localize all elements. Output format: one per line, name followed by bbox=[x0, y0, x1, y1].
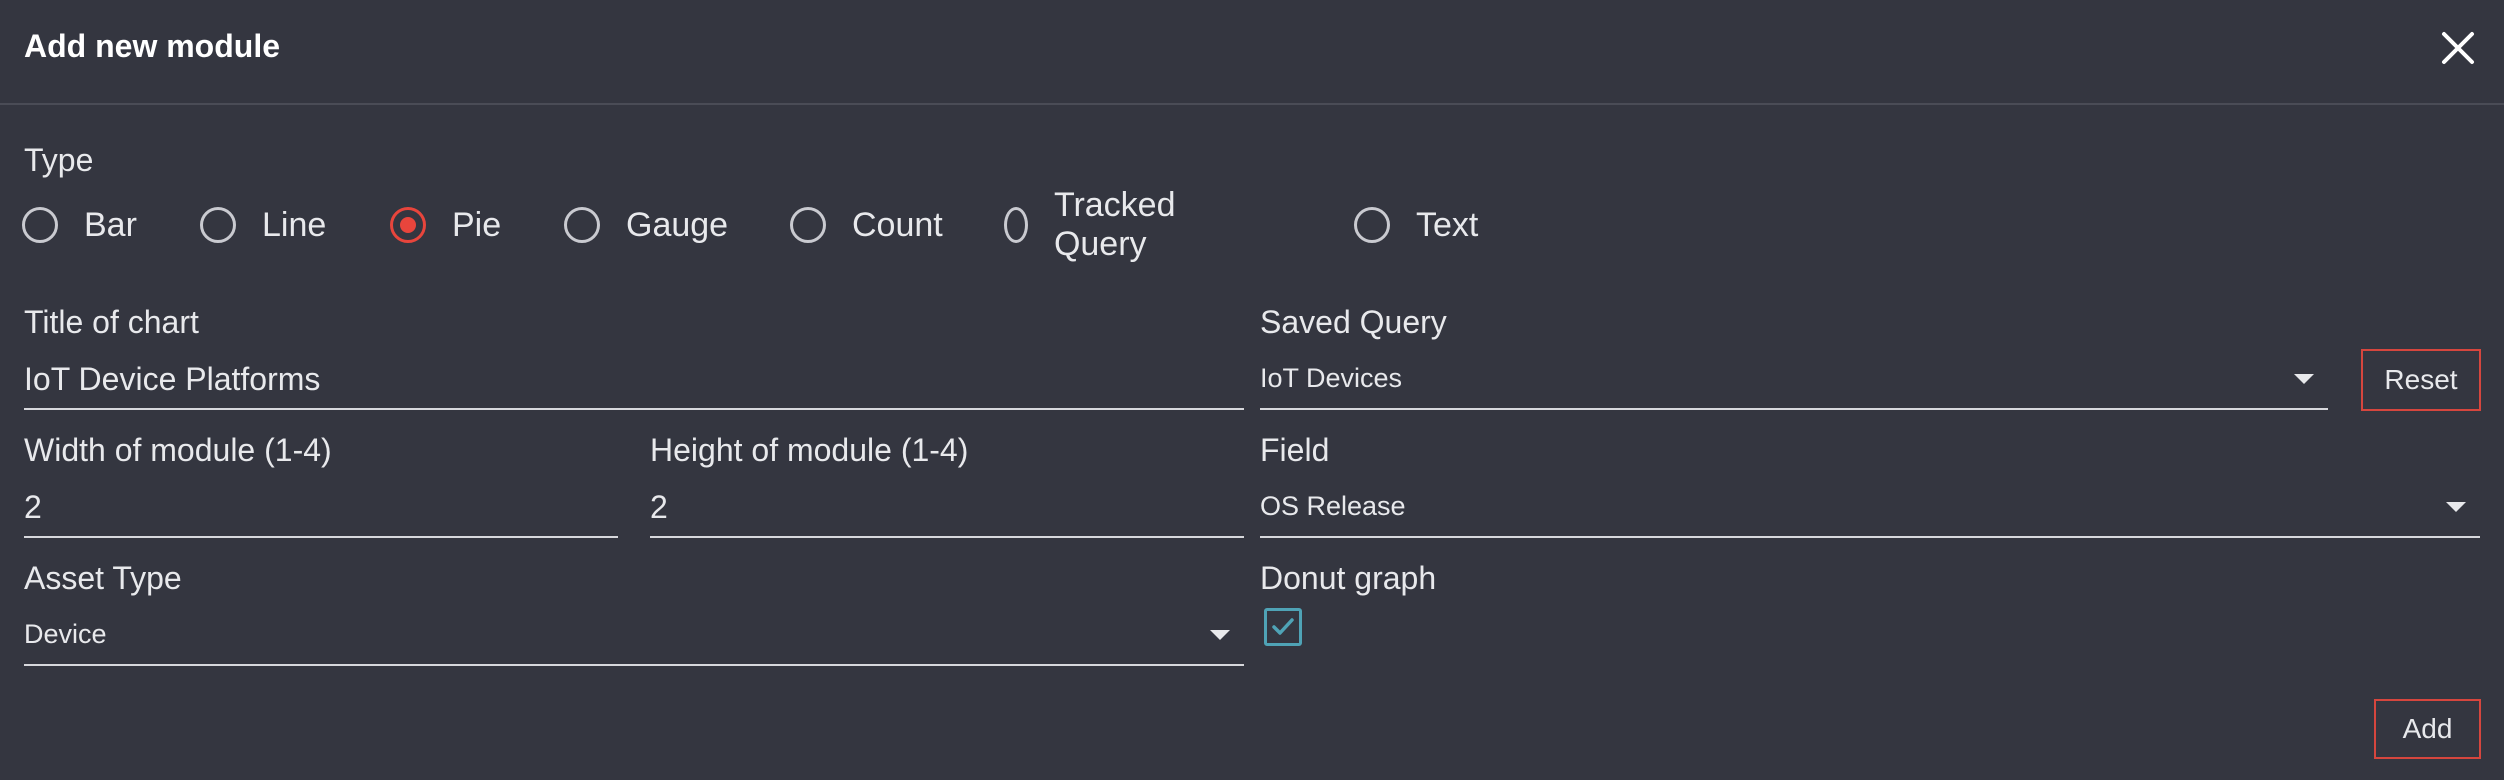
title-of-chart-input[interactable]: IoT Device Platforms bbox=[24, 350, 1244, 410]
radio-circle bbox=[790, 207, 826, 243]
field-label: Field bbox=[1260, 432, 1330, 468]
saved-query-value: IoT Devices bbox=[1260, 363, 1403, 393]
height-value: 2 bbox=[650, 489, 668, 525]
add-button[interactable]: Add bbox=[2374, 699, 2481, 759]
width-input[interactable]: 2 bbox=[24, 478, 618, 538]
type-radio-bar[interactable]: Bar bbox=[22, 200, 137, 250]
width-value: 2 bbox=[24, 489, 42, 525]
add-module-dialog: Add new module Type Bar Line Pie Gauge C… bbox=[0, 0, 2504, 780]
radio-circle bbox=[564, 207, 600, 243]
radio-circle bbox=[200, 207, 236, 243]
height-input[interactable]: 2 bbox=[650, 478, 1244, 538]
type-radio-label: Pie bbox=[452, 205, 502, 244]
width-label: Width of module (1-4) bbox=[24, 432, 332, 468]
dialog-header: Add new module bbox=[0, 0, 2504, 105]
type-radio-text[interactable]: Text bbox=[1354, 200, 1478, 250]
type-radio-tracked-query[interactable]: Tracked Query bbox=[1004, 186, 1188, 263]
saved-query-select[interactable]: IoT Devices bbox=[1260, 350, 2328, 410]
radio-circle bbox=[1004, 207, 1028, 243]
chevron-down-icon bbox=[1210, 630, 1230, 640]
type-radio-label: Line bbox=[262, 205, 327, 244]
close-icon[interactable] bbox=[2434, 24, 2482, 72]
chevron-down-icon bbox=[2446, 502, 2466, 512]
saved-query-label: Saved Query bbox=[1260, 304, 1447, 340]
donut-graph-label: Donut graph bbox=[1260, 560, 1437, 596]
type-radio-line[interactable]: Line bbox=[200, 200, 326, 250]
type-radio-pie[interactable]: Pie bbox=[390, 200, 501, 250]
type-radio-label: Count bbox=[852, 205, 943, 244]
reset-button[interactable]: Reset bbox=[2361, 349, 2481, 411]
asset-type-select[interactable]: Device bbox=[24, 606, 1244, 666]
asset-type-value: Device bbox=[24, 619, 107, 649]
chevron-down-icon bbox=[2294, 374, 2314, 384]
type-radio-label: Bar bbox=[84, 205, 137, 244]
radio-circle bbox=[1354, 207, 1390, 243]
radio-circle bbox=[22, 207, 58, 243]
type-label: Type bbox=[24, 142, 94, 178]
field-select[interactable]: OS Release bbox=[1260, 478, 2480, 538]
radio-circle bbox=[390, 207, 426, 243]
height-label: Height of module (1-4) bbox=[650, 432, 969, 468]
type-radio-label: Gauge bbox=[626, 205, 729, 244]
title-of-chart-value: IoT Device Platforms bbox=[24, 361, 321, 397]
checkmark-icon bbox=[1272, 618, 1294, 635]
dialog-title: Add new module bbox=[24, 28, 280, 64]
asset-type-label: Asset Type bbox=[24, 560, 182, 596]
type-radio-label: Tracked Query bbox=[1053, 186, 1176, 263]
type-radio-label: Text bbox=[1416, 205, 1479, 244]
field-value: OS Release bbox=[1260, 491, 1406, 521]
donut-graph-checkbox[interactable] bbox=[1264, 608, 1302, 646]
type-radio-count[interactable]: Count bbox=[790, 200, 943, 250]
title-of-chart-label: Title of chart bbox=[24, 304, 199, 340]
type-radio-gauge[interactable]: Gauge bbox=[564, 200, 728, 250]
